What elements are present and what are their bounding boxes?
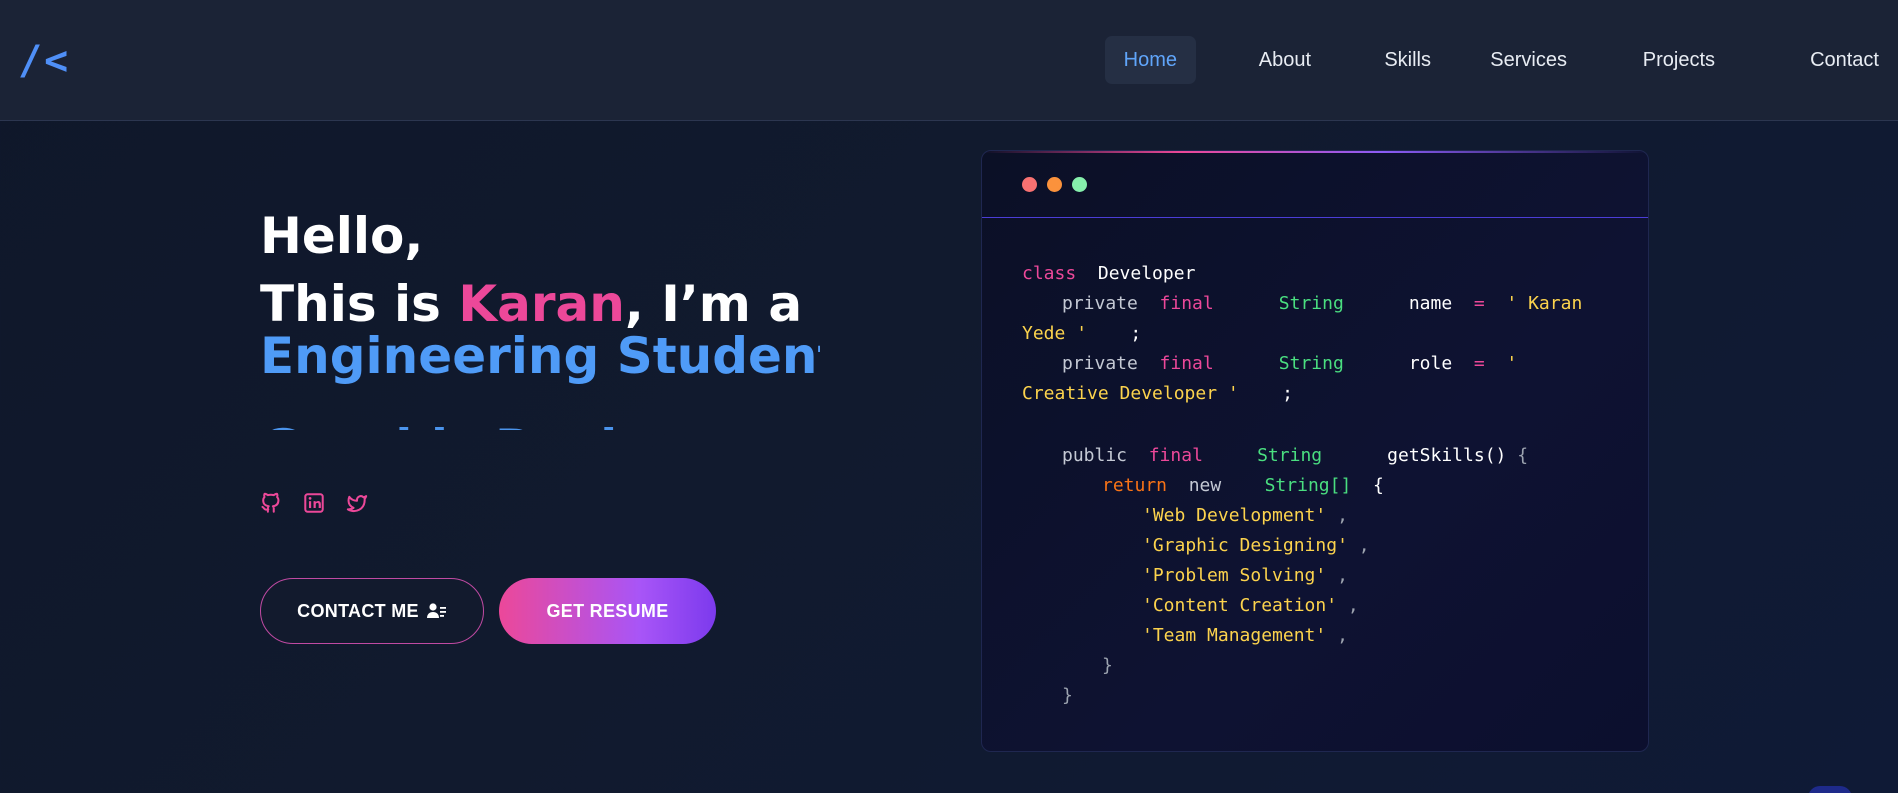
intro-suffix: , I’m a [624,275,803,333]
code-token: role [1408,353,1453,374]
code-line: class Developer [1022,259,1195,289]
code-line: public final String getSkills() { [1062,441,1528,471]
code-token: public [1062,445,1128,466]
code-class-name: Developer [1097,263,1196,284]
nav-about[interactable]: About [1240,36,1330,84]
hero-intro: This is Karan, I’m a [260,274,802,334]
code-token: , [1358,535,1370,556]
code-token: { [1372,475,1384,496]
code-token: name [1408,293,1453,314]
linkedin-icon[interactable] [303,492,325,514]
code-token: , [1347,595,1359,616]
close-dot-icon [1022,177,1037,192]
code-token: final [1159,353,1214,374]
code-token: , [1337,505,1348,526]
code-skill-string: 'Graphic Designing' [1142,535,1348,556]
code-token: new [1188,475,1222,496]
site-header: /< Home About Skills Services Projects C… [0,0,1898,121]
code-token: String [1257,445,1323,466]
code-line: 'Web Development' , [1142,501,1348,531]
code-token: } [1102,655,1113,676]
code-token: ; [1130,323,1142,344]
nav-skills[interactable]: Skills [1365,36,1450,84]
nav-contact[interactable]: Contact [1791,36,1898,84]
code-window: class Developer private final String nam… [981,150,1649,752]
code-line: private final String name = ' Karan [1062,289,1582,319]
code-keyword: class [1022,263,1077,284]
code-token: getSkills() [1387,445,1507,466]
code-token: ' [1227,383,1239,404]
code-token: Karan [1528,293,1583,314]
code-token: , [1337,565,1348,586]
code-line: } [1062,681,1073,711]
contact-me-label: CONTACT ME [297,600,419,621]
twitter-icon[interactable] [346,492,368,514]
code-line: 'Problem Solving' , [1142,561,1348,591]
code-line: 'Graphic Designing' , [1142,531,1370,561]
code-token: ' [1506,293,1518,314]
maximize-dot-icon [1072,177,1087,192]
contact-card-icon [426,602,447,620]
contact-me-button[interactable]: CONTACT ME [260,578,484,644]
code-token: Yede [1022,323,1066,344]
code-token: ; [1282,383,1293,404]
code-skill-string: 'Web Development' [1142,505,1327,526]
code-token: ' [1506,353,1518,374]
site-logo[interactable]: /< [18,38,70,84]
code-token: private [1062,353,1138,374]
code-token: { [1517,445,1529,466]
nav-projects[interactable]: Projects [1624,36,1734,84]
hero-text: Hello, This is Karan, I’m a [260,206,802,334]
code-token: ' [1076,323,1088,344]
github-icon[interactable] [260,492,282,514]
code-token: final [1159,293,1214,314]
intro-prefix: This is [260,275,459,333]
code-token: } [1062,685,1073,706]
nav-services[interactable]: Services [1471,36,1586,84]
code-skill-string: 'Team Management' [1142,625,1327,646]
role-typewriter: Engineering Student Graphic Designer [260,330,820,430]
code-line: return new String[] { [1102,471,1384,501]
code-token: = [1473,353,1485,374]
code-token: Creative Developer [1022,383,1218,404]
role-current: Engineering Student [260,330,820,385]
code-token: , [1337,625,1348,646]
hero-greeting: Hello, [260,207,424,265]
scroll-to-top-button[interactable] [1808,786,1852,793]
code-line: private final String role = ' [1062,349,1517,379]
code-token: String[] [1264,475,1352,496]
nav-home[interactable]: Home [1104,36,1196,84]
hero-name: Karan [458,275,625,333]
code-skill-string: 'Content Creation' [1142,595,1338,616]
code-token: = [1473,293,1485,314]
code-token: private [1062,293,1138,314]
code-line: } [1102,651,1113,681]
code-token: String [1278,353,1344,374]
get-resume-button[interactable]: GET RESUME [499,578,716,644]
code-skill-string: 'Problem Solving' [1142,565,1327,586]
code-line: Yede ' ; [1022,319,1141,349]
code-line: 'Team Management' , [1142,621,1348,651]
code-line: Creative Developer ' ; [1022,379,1293,409]
code-token: String [1278,293,1344,314]
code-window-titlebar [982,151,1648,218]
role-next: Graphic Designer [260,422,820,430]
code-token: final [1148,445,1203,466]
code-token: return [1102,475,1168,496]
minimize-dot-icon [1047,177,1062,192]
code-line: 'Content Creation' , [1142,591,1359,621]
